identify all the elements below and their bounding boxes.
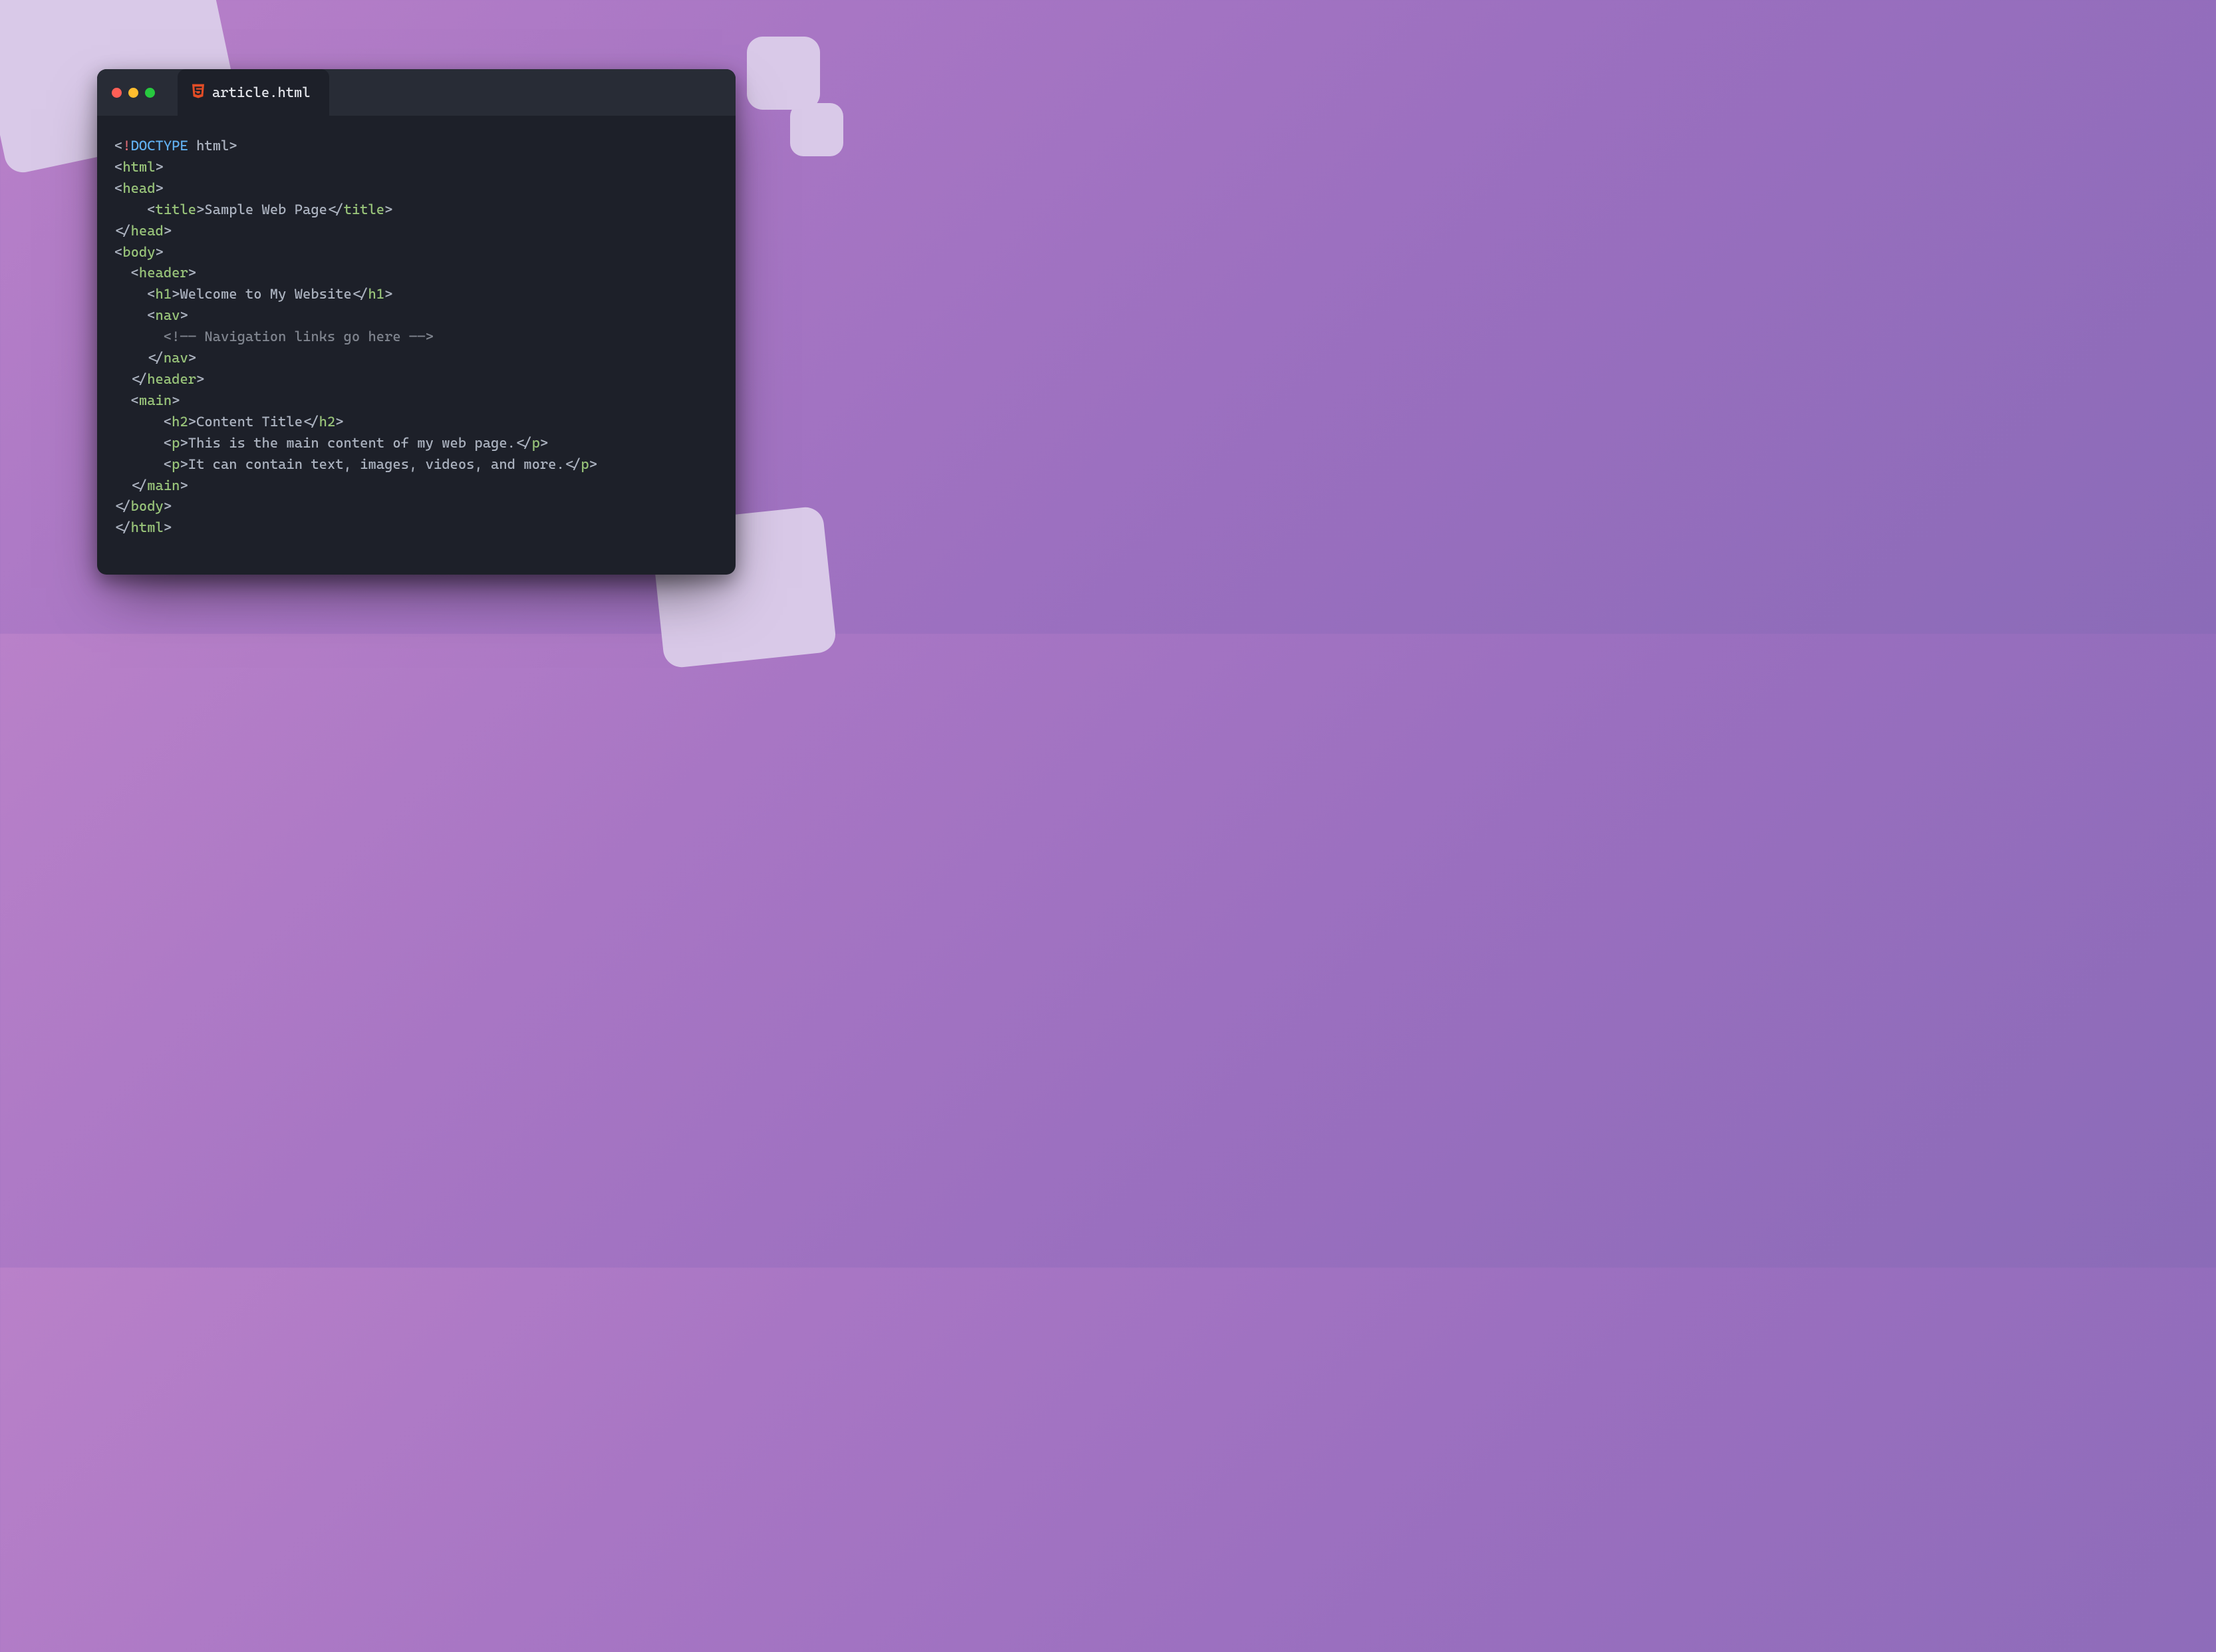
- code-line: </header>: [114, 369, 718, 390]
- code-line: <h1>Welcome to My Website</h1>: [114, 284, 718, 305]
- file-tab[interactable]: article.html: [178, 69, 329, 116]
- code-line: <html>: [114, 157, 718, 178]
- code-editor[interactable]: <!DOCTYPE html><html><head><title>Sample…: [97, 116, 736, 575]
- decoration-shape: [747, 37, 820, 110]
- code-line: <h2>Content Title</h2>: [114, 412, 718, 433]
- code-line: </main>: [114, 476, 718, 497]
- window-controls: [112, 88, 155, 98]
- maximize-window-button[interactable]: [145, 88, 155, 98]
- code-line: <!DOCTYPE html>: [114, 136, 718, 157]
- code-line: <title>Sample Web Page</title>: [114, 200, 718, 221]
- code-line: <!—— Navigation links go here ——>: [114, 327, 718, 348]
- code-line: <head>: [114, 178, 718, 200]
- code-line: <nav>: [114, 305, 718, 327]
- code-line: <body>: [114, 242, 718, 263]
- code-line: </nav>: [114, 348, 718, 369]
- close-window-button[interactable]: [112, 88, 122, 98]
- tab-filename: article.html: [212, 84, 311, 100]
- code-line: </body>: [114, 496, 718, 517]
- title-bar: article.html: [97, 69, 736, 116]
- minimize-window-button[interactable]: [128, 88, 138, 98]
- code-line: <header>: [114, 263, 718, 284]
- html5-icon: [191, 83, 206, 102]
- decoration-shape: [790, 103, 843, 156]
- code-line: <p>It can contain text, images, videos, …: [114, 454, 718, 476]
- code-line: <p>This is the main content of my web pa…: [114, 433, 718, 454]
- code-line: </html>: [114, 517, 718, 539]
- code-line: </head>: [114, 221, 718, 242]
- editor-window: article.html <!DOCTYPE html><html><head>…: [97, 69, 736, 575]
- code-line: <main>: [114, 390, 718, 412]
